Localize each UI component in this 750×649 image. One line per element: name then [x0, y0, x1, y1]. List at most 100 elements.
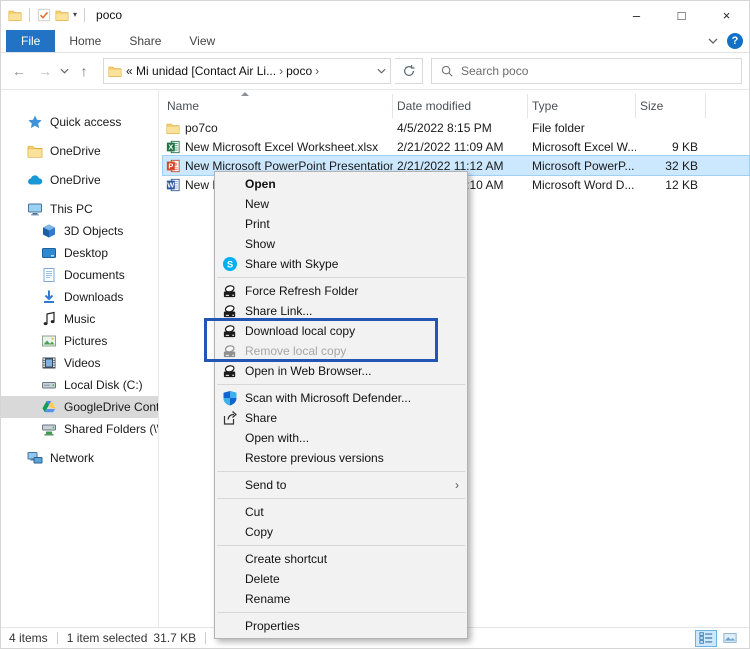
menu-item-create-shortcut[interactable]: Create shortcut — [215, 549, 467, 569]
address-bar[interactable]: « Mi unidad [Contact Air Li...›poco› — [103, 58, 391, 84]
menu-separator — [217, 277, 465, 278]
sidebar-item-onedrive[interactable]: OneDrive — [1, 169, 158, 191]
menu-label: Copy — [245, 525, 273, 539]
ribbon-tabs: File Home Share View ? — [1, 29, 749, 53]
recent-locations-icon[interactable] — [60, 67, 69, 75]
column-header-size[interactable]: Size — [636, 94, 706, 118]
thumbnail-view-button[interactable] — [719, 630, 741, 647]
column-header-date-modified[interactable]: Date modified — [393, 94, 528, 118]
collapse-ribbon-icon[interactable] — [708, 37, 718, 45]
menu-item-print[interactable]: Print — [215, 214, 467, 234]
close-button[interactable]: × — [704, 1, 749, 29]
sidebar-item-shared-folders[interactable]: Shared Folders (\\vr — [1, 418, 158, 440]
menu-separator — [217, 384, 465, 385]
navigation-bar: ← → ↑ « Mi unidad [Contact Air Li...›poc… — [1, 53, 749, 89]
menu-item-remove-local-copy[interactable]: Remove local copy — [215, 341, 467, 361]
qat-dropdown-icon[interactable]: ▾ — [73, 11, 77, 19]
menu-separator — [217, 545, 465, 546]
file-name: po7co — [185, 121, 218, 135]
menu-item-share-link[interactable]: Share Link... — [215, 301, 467, 321]
menu-item-properties[interactable]: Properties — [215, 616, 467, 636]
menu-item-open[interactable]: Open — [215, 174, 467, 194]
divider — [84, 8, 85, 22]
sidebar-item-network[interactable]: Network — [1, 447, 158, 469]
breadcrumb-segment[interactable]: poco — [286, 64, 312, 78]
sidebar-item-label: Local Disk (C:) — [64, 378, 143, 392]
refresh-button[interactable] — [395, 58, 423, 84]
sidebar-item-desktop[interactable]: Desktop — [1, 242, 158, 264]
document-icon — [41, 267, 57, 283]
tab-view[interactable]: View — [175, 30, 229, 52]
column-label: Date modified — [397, 99, 471, 113]
menu-item-open-in-web-browser[interactable]: Open in Web Browser... — [215, 361, 467, 381]
menu-item-scan-with-defender[interactable]: Scan with Microsoft Defender... — [215, 388, 467, 408]
file-row-excel[interactable]: New Microsoft Excel Worksheet.xlsx 2/21/… — [163, 137, 749, 156]
music-icon — [41, 311, 57, 327]
menu-item-send-to[interactable]: Send to› — [215, 475, 467, 495]
menu-label: Share — [245, 411, 277, 425]
menu-item-share-with-skype[interactable]: Share with Skype — [215, 254, 467, 274]
menu-item-copy[interactable]: Copy — [215, 522, 467, 542]
breadcrumb-segment[interactable]: Mi unidad [Contact Air Li... — [136, 64, 276, 78]
column-header-type[interactable]: Type — [528, 94, 636, 118]
menu-item-rename[interactable]: Rename — [215, 589, 467, 609]
sidebar-item-music[interactable]: Music — [1, 308, 158, 330]
file-row-po7co[interactable]: po7co 4/5/2022 8:15 PM File folder — [163, 118, 749, 137]
menu-item-delete[interactable]: Delete — [215, 569, 467, 589]
tab-file[interactable]: File — [6, 30, 55, 52]
help-button[interactable]: ? — [727, 33, 743, 49]
drive-sync-icon — [222, 303, 238, 319]
menu-item-force-refresh-folder[interactable]: Force Refresh Folder — [215, 281, 467, 301]
menu-item-restore-previous-versions[interactable]: Restore previous versions — [215, 448, 467, 468]
breadcrumb-separator-icon[interactable]: › — [312, 64, 322, 78]
back-icon[interactable]: ← — [8, 63, 30, 79]
address-dropdown-icon[interactable] — [377, 67, 386, 75]
sidebar-item-documents[interactable]: Documents — [1, 264, 158, 286]
menu-label: Restore previous versions — [245, 451, 384, 465]
sidebar-item-label: Pictures — [64, 334, 107, 348]
sidebar-item-pictures[interactable]: Pictures — [1, 330, 158, 352]
sidebar-item-3d-objects[interactable]: 3D Objects — [1, 220, 158, 242]
breadcrumb[interactable]: « Mi unidad [Contact Air Li...›poco› — [126, 64, 322, 78]
menu-item-share[interactable]: Share — [215, 408, 467, 428]
sidebar-item-this-pc[interactable]: This PC — [1, 198, 158, 220]
checkbox-icon[interactable] — [37, 8, 51, 22]
menu-label: Cut — [245, 505, 264, 519]
sidebar-item-googledrive[interactable]: GoogleDrive Contac — [1, 396, 158, 418]
menu-item-show[interactable]: Show — [215, 234, 467, 254]
menu-item-cut[interactable]: Cut — [215, 502, 467, 522]
sidebar-item-label: OneDrive — [50, 144, 101, 158]
menu-separator — [217, 612, 465, 613]
menu-item-download-local-copy[interactable]: Download local copy — [215, 321, 467, 341]
minimize-button[interactable]: – — [614, 1, 659, 29]
menu-label: Share Link... — [245, 304, 312, 318]
sort-ascending-icon — [241, 92, 249, 96]
sidebar-item-label: Network — [50, 451, 94, 465]
menu-item-open-with[interactable]: Open with... — [215, 428, 467, 448]
search-box[interactable]: Search poco — [431, 58, 742, 84]
column-label: Type — [532, 99, 558, 113]
sidebar-item-quick-access[interactable]: Quick access — [1, 111, 158, 133]
breadcrumb-separator-icon[interactable]: › — [276, 64, 286, 78]
details-view-button[interactable] — [695, 630, 717, 647]
folder-icon — [166, 121, 180, 135]
sidebar-item-videos[interactable]: Videos — [1, 352, 158, 374]
sidebar-item-label: Desktop — [64, 246, 108, 260]
tab-home[interactable]: Home — [55, 30, 115, 52]
folder-icon[interactable] — [55, 8, 69, 22]
menu-item-new[interactable]: New — [215, 194, 467, 214]
forward-icon[interactable]: → — [34, 63, 56, 79]
sidebar-item-onedrive-folder[interactable]: OneDrive — [1, 140, 158, 162]
sidebar-item-local-disk-c[interactable]: Local Disk (C:) — [1, 374, 158, 396]
sidebar-item-label: Shared Folders (\\vr — [64, 422, 159, 436]
items-count: 4 items — [9, 631, 48, 645]
file-name: New Microsoft Excel Worksheet.xlsx — [185, 140, 378, 154]
maximize-button[interactable]: □ — [659, 1, 704, 29]
video-icon — [41, 355, 57, 371]
column-header-name[interactable]: Name — [163, 94, 393, 118]
disk-icon — [41, 377, 57, 393]
sidebar-item-downloads[interactable]: Downloads — [1, 286, 158, 308]
tab-share[interactable]: Share — [115, 30, 175, 52]
divider — [29, 8, 30, 22]
up-icon[interactable]: ↑ — [73, 63, 95, 79]
